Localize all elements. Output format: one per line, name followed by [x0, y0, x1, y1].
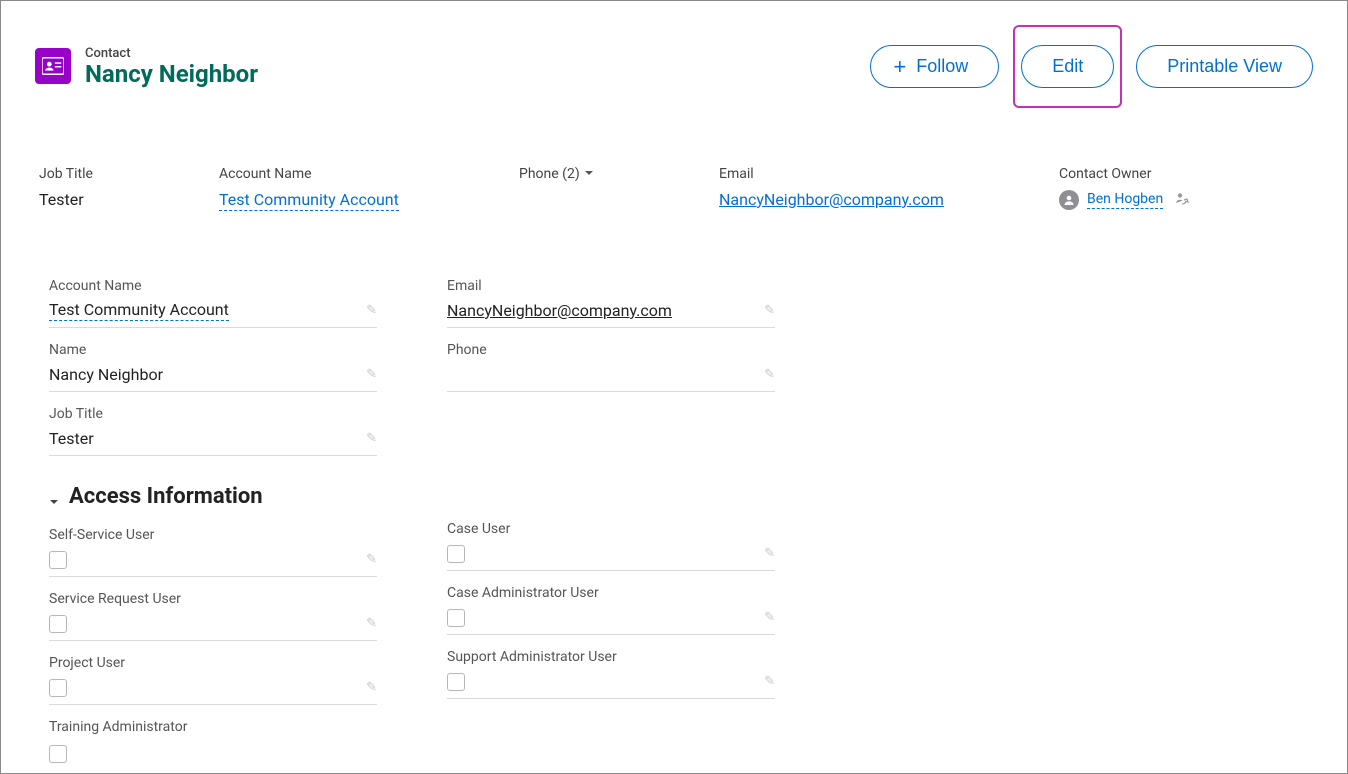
pencil-icon[interactable]: ✎	[366, 680, 377, 695]
summary-email: Email NancyNeighbor@company.com	[719, 166, 1019, 210]
summary-account-name-link[interactable]: Test Community Account	[219, 190, 399, 211]
change-owner-icon[interactable]	[1175, 191, 1189, 209]
checkbox[interactable]	[49, 745, 67, 763]
field-project-user-label: Project User	[49, 655, 377, 671]
field-support-admin-user-label: Support Administrator User	[447, 649, 775, 665]
field-training-admin: Training Administrator	[49, 719, 377, 767]
object-label: Contact	[85, 46, 258, 61]
follow-label: Follow	[916, 56, 968, 77]
pencil-icon[interactable]: ✎	[366, 431, 377, 446]
checkbox[interactable]	[49, 551, 67, 569]
field-email-value[interactable]: NancyNeighbor@company.com	[447, 301, 672, 320]
header-left: Contact Nancy Neighbor	[35, 46, 258, 87]
pencil-icon[interactable]: ✎	[366, 552, 377, 567]
avatar-icon	[1059, 190, 1079, 210]
field-phone-label: Phone	[447, 342, 775, 358]
edit-label: Edit	[1052, 56, 1083, 77]
pencil-icon[interactable]: ✎	[764, 610, 775, 625]
chevron-down-icon	[584, 166, 594, 182]
edit-button[interactable]: Edit	[1021, 45, 1114, 88]
summary-phone-label-text: Phone (2)	[519, 166, 580, 182]
pencil-icon[interactable]: ✎	[764, 367, 775, 382]
contact-icon	[35, 48, 71, 84]
printable-label: Printable View	[1167, 56, 1282, 77]
summary-email-link[interactable]: NancyNeighbor@company.com	[719, 190, 944, 209]
field-case-user-label: Case User	[447, 521, 775, 537]
summary-phone-label[interactable]: Phone (2)	[519, 166, 679, 182]
pencil-icon[interactable]: ✎	[764, 546, 775, 561]
summary-job-title-value: Tester	[39, 190, 179, 209]
field-account-name: Account Name Test Community Account ✎	[49, 278, 377, 328]
printable-view-button[interactable]: Printable View	[1136, 45, 1313, 88]
field-case-user: Case User ✎	[447, 521, 775, 571]
header-actions: + Follow Edit Printable View	[870, 25, 1313, 108]
summary-account-name: Account Name Test Community Account	[219, 166, 479, 210]
details-right-col: Email NancyNeighbor@company.com ✎ Phone …	[447, 278, 775, 767]
record-details: Account Name Test Community Account ✎ Na…	[35, 278, 1313, 767]
pencil-icon[interactable]: ✎	[764, 674, 775, 689]
pencil-icon[interactable]: ✎	[764, 303, 775, 318]
field-name-value: Nancy Neighbor	[49, 365, 163, 384]
field-job-title-label: Job Title	[49, 406, 377, 422]
contact-record-page: Contact Nancy Neighbor + Follow Edit Pri…	[0, 0, 1348, 774]
summary-owner-link[interactable]: Ben Hogben	[1087, 191, 1163, 209]
field-email: Email NancyNeighbor@company.com ✎	[447, 278, 775, 328]
field-name: Name Nancy Neighbor ✎	[49, 342, 377, 392]
field-training-admin-label: Training Administrator	[49, 719, 377, 735]
summary-job-title: Job Title Tester	[39, 166, 179, 210]
summary-account-name-label: Account Name	[219, 166, 479, 182]
summary-job-title-label: Job Title	[39, 166, 179, 182]
field-project-user: Project User ✎	[49, 655, 377, 705]
field-job-title: Job Title Tester ✎	[49, 406, 377, 456]
field-self-service-user-label: Self-Service User	[49, 527, 377, 543]
checkbox[interactable]	[49, 679, 67, 697]
checkbox[interactable]	[447, 545, 465, 563]
pencil-icon[interactable]: ✎	[366, 367, 377, 382]
summary-owner-label: Contact Owner	[1059, 166, 1313, 182]
record-name: Nancy Neighbor	[85, 61, 258, 87]
page-header: Contact Nancy Neighbor + Follow Edit Pri…	[35, 25, 1313, 108]
checkbox[interactable]	[49, 615, 67, 633]
details-left-col: Account Name Test Community Account ✎ Na…	[49, 278, 377, 767]
compact-layout: Job Title Tester Account Name Test Commu…	[35, 166, 1313, 210]
checkbox[interactable]	[447, 673, 465, 691]
section-title: Access Information	[69, 484, 263, 509]
summary-email-label: Email	[719, 166, 1019, 182]
edit-highlight: Edit	[1013, 25, 1122, 108]
field-name-label: Name	[49, 342, 377, 358]
field-phone: Phone ✎	[447, 342, 775, 392]
title-block: Contact Nancy Neighbor	[85, 46, 258, 87]
field-account-name-label: Account Name	[49, 278, 377, 294]
pencil-icon[interactable]: ✎	[366, 616, 377, 631]
chevron-down-icon	[47, 490, 61, 504]
field-account-name-value[interactable]: Test Community Account	[49, 300, 229, 321]
summary-phone: Phone (2)	[519, 166, 679, 210]
field-support-admin-user: Support Administrator User ✎	[447, 649, 775, 699]
section-access-information[interactable]: Access Information	[47, 484, 377, 509]
summary-owner: Contact Owner Ben Hogben	[1059, 166, 1313, 210]
checkbox[interactable]	[447, 609, 465, 627]
pencil-icon[interactable]: ✎	[366, 303, 377, 318]
field-case-admin-user-label: Case Administrator User	[447, 585, 775, 601]
field-case-admin-user: Case Administrator User ✎	[447, 585, 775, 635]
field-self-service-user: Self-Service User ✎	[49, 527, 377, 577]
field-service-request-user: Service Request User ✎	[49, 591, 377, 641]
follow-button[interactable]: + Follow	[870, 45, 999, 88]
field-service-request-user-label: Service Request User	[49, 591, 377, 607]
field-job-title-value: Tester	[49, 429, 94, 448]
field-email-label: Email	[447, 278, 775, 294]
